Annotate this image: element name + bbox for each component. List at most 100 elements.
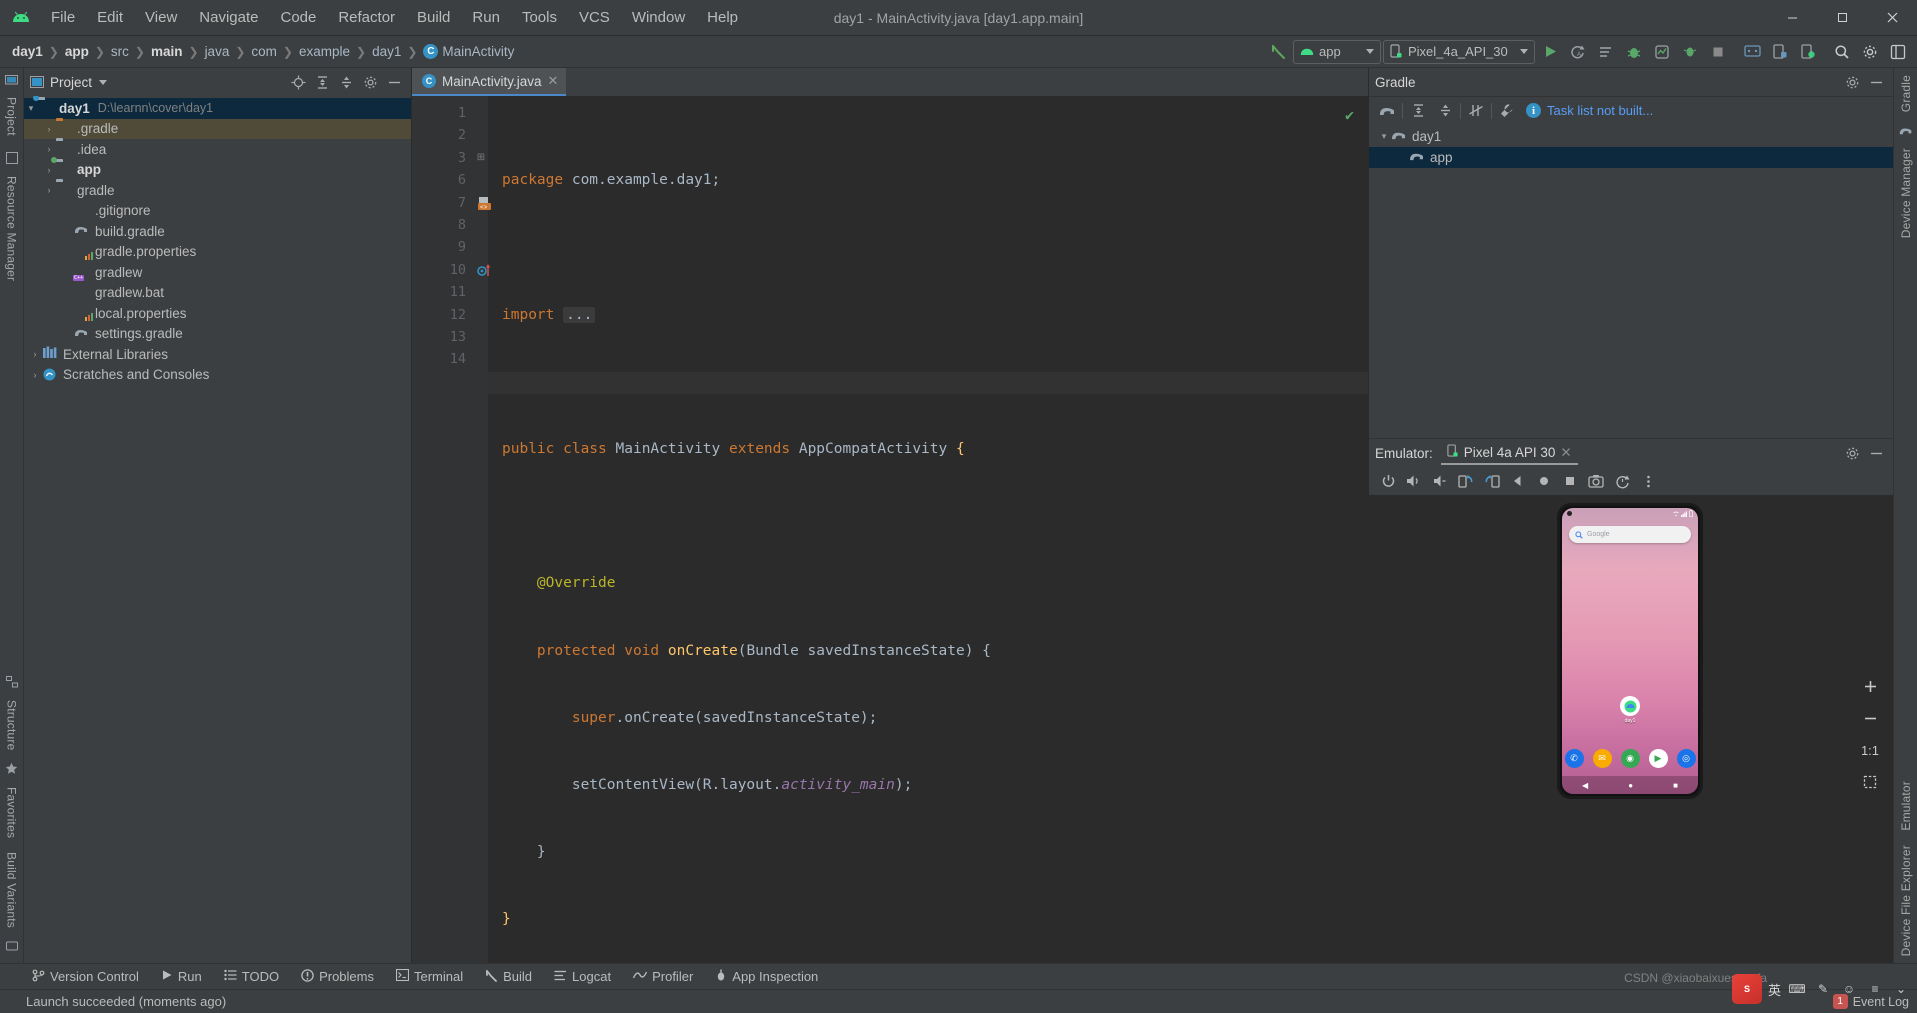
- tree-item-gradlew[interactable]: C++ gradlew: [24, 262, 411, 283]
- ime-language-label[interactable]: 英: [1768, 980, 1781, 999]
- breadcrumb-main[interactable]: main: [147, 42, 187, 61]
- collapse-all-icon[interactable]: [1433, 99, 1457, 123]
- rail-item-device-file-explorer[interactable]: Device File Explorer: [1899, 838, 1913, 963]
- maximize-button[interactable]: [1817, 0, 1867, 36]
- chevron-right-icon[interactable]: ›: [42, 144, 56, 154]
- more-options-icon[interactable]: [1637, 470, 1659, 492]
- close-button[interactable]: [1867, 0, 1917, 36]
- back-icon[interactable]: ◀: [1582, 781, 1588, 790]
- menu-window[interactable]: Window: [621, 6, 696, 29]
- snapshot-icon[interactable]: [1611, 470, 1633, 492]
- tool-button-build[interactable]: Build: [475, 966, 542, 988]
- settings-gear-icon[interactable]: [1841, 442, 1863, 464]
- volume-down-icon[interactable]: [1429, 470, 1451, 492]
- more-icon[interactable]: ⌄: [1891, 979, 1911, 999]
- rail-item-build-variants[interactable]: Build Variants: [5, 845, 19, 935]
- build-variants-rail-icon[interactable]: [0, 935, 24, 957]
- breadcrumb-day1-pkg[interactable]: day1: [368, 42, 405, 61]
- hide-panel-icon[interactable]: [1865, 71, 1887, 93]
- tree-item-scratches-and-consoles[interactable]: › Scratches and Consoles: [24, 365, 411, 386]
- tools-icon[interactable]: ✎: [1813, 979, 1833, 999]
- collapse-all-icon[interactable]: [335, 71, 357, 93]
- tree-item-settings-gradle[interactable]: settings.gradle: [24, 324, 411, 345]
- toggle-offline-mode-icon[interactable]: [1464, 99, 1488, 123]
- project-rail-icon[interactable]: [0, 68, 24, 90]
- tree-item-idea[interactable]: › .idea: [24, 139, 411, 160]
- sogou-logo-icon[interactable]: S: [1731, 974, 1762, 1004]
- breadcrumb-src[interactable]: src: [107, 42, 133, 61]
- back-icon[interactable]: [1507, 470, 1529, 492]
- phone-icon[interactable]: ✆: [1564, 749, 1584, 768]
- settings-gear-icon[interactable]: [359, 71, 381, 93]
- zoom-fit-button[interactable]: [1857, 769, 1883, 795]
- profile-icon[interactable]: [1649, 39, 1675, 65]
- sdk-manager-icon[interactable]: [1767, 39, 1793, 65]
- recents-icon[interactable]: ■: [1673, 781, 1678, 790]
- fold-end-method-icon[interactable]: [474, 326, 488, 348]
- rotate-right-icon[interactable]: [1481, 470, 1503, 492]
- breadcrumb-com[interactable]: com: [247, 42, 281, 61]
- rail-item-device-manager[interactable]: Device Manager: [1899, 141, 1913, 245]
- fold-expand-imports-icon[interactable]: ⊞: [474, 147, 488, 169]
- wrench-icon[interactable]: [1495, 99, 1519, 123]
- screenshot-icon[interactable]: [1585, 470, 1607, 492]
- menu-build[interactable]: Build: [406, 6, 461, 29]
- minimize-button[interactable]: [1767, 0, 1817, 36]
- play-store-icon[interactable]: ▶: [1648, 749, 1668, 768]
- tree-item-app[interactable]: › app: [24, 156, 411, 181]
- zoom-out-button[interactable]: [1857, 705, 1883, 731]
- stop-icon[interactable]: [1705, 39, 1731, 65]
- gradle-tree[interactable]: ▾ day1 app: [1369, 124, 1893, 438]
- overview-icon[interactable]: [1559, 470, 1581, 492]
- emulator-tab-pixel4a[interactable]: Pixel 4a API 30 ✕: [1440, 441, 1578, 465]
- resource-manager-rail-icon[interactable]: [0, 147, 24, 169]
- tree-item-gitignore[interactable]: .gitignore: [24, 201, 411, 222]
- rail-item-gradle[interactable]: Gradle: [1899, 68, 1913, 119]
- settings-gear-icon[interactable]: [1857, 39, 1883, 65]
- debug-icon[interactable]: [1621, 39, 1647, 65]
- keyboard-icon[interactable]: ⌨: [1787, 979, 1807, 999]
- fold-gutter[interactable]: ⊞: [474, 96, 488, 963]
- gradle-tree-item-day1[interactable]: ▾ day1: [1369, 126, 1893, 147]
- breadcrumb-day1[interactable]: day1: [8, 42, 47, 61]
- tool-button-terminal[interactable]: Terminal: [386, 966, 473, 987]
- menu-file[interactable]: File: [40, 6, 86, 29]
- rail-item-emulator[interactable]: Emulator: [1899, 774, 1913, 838]
- search-icon[interactable]: [1829, 39, 1855, 65]
- home-icon[interactable]: [1533, 470, 1555, 492]
- structure-rail-icon[interactable]: [0, 671, 24, 693]
- run-configuration-selector[interactable]: app: [1293, 39, 1381, 64]
- project-tree[interactable]: ▾ day1 D:\learnn\cover\day1 › .gradle › …: [24, 96, 411, 963]
- emulator-stage[interactable]: Google day1 ✆ ✉ ◉ ▶ ◎ ◀ ● ■ 1:1: [1369, 495, 1893, 963]
- chevron-down-icon[interactable]: [99, 79, 108, 85]
- gradle-rail-icon[interactable]: [1894, 119, 1917, 141]
- power-icon[interactable]: [1377, 470, 1399, 492]
- device-power-button[interactable]: [1700, 576, 1703, 602]
- device-screen[interactable]: Google day1 ✆ ✉ ◉ ▶ ◎ ◀ ● ■: [1562, 508, 1698, 794]
- tree-item-local-properties[interactable]: local.properties: [24, 303, 411, 324]
- run-icon[interactable]: [1537, 39, 1563, 65]
- menu-code[interactable]: Code: [269, 6, 327, 29]
- menu-run[interactable]: Run: [461, 6, 511, 29]
- apply-code-changes-icon[interactable]: A: [1565, 39, 1591, 65]
- expand-all-icon[interactable]: [1406, 99, 1430, 123]
- build-hammer-icon[interactable]: [1265, 39, 1291, 65]
- breadcrumb-java[interactable]: java: [201, 42, 234, 61]
- chevron-right-icon[interactable]: ›: [28, 370, 42, 380]
- gradle-elephant-icon[interactable]: [1375, 99, 1399, 123]
- tool-button-problems[interactable]: Problems: [291, 966, 384, 988]
- chrome-icon[interactable]: ◉: [1620, 749, 1640, 768]
- chevron-right-icon[interactable]: ›: [42, 165, 56, 175]
- breadcrumb-app[interactable]: app: [61, 42, 93, 61]
- home-icon[interactable]: ●: [1628, 781, 1633, 790]
- tree-item-day1[interactable]: ▾ day1 D:\learnn\cover\day1: [24, 96, 411, 119]
- menu-edit[interactable]: Edit: [86, 6, 134, 29]
- tool-button-logcat[interactable]: Logcat: [544, 966, 621, 987]
- emulated-device[interactable]: Google day1 ✆ ✉ ◉ ▶ ◎ ◀ ● ■: [1557, 503, 1703, 799]
- device-selector[interactable]: Pixel_4a_API_30: [1383, 39, 1535, 64]
- tree-item-build-gradle[interactable]: build.gradle: [24, 221, 411, 242]
- chevron-right-icon[interactable]: ›: [28, 349, 42, 359]
- close-icon[interactable]: ✕: [1560, 445, 1571, 461]
- inspection-ok-icon[interactable]: ✔: [1345, 104, 1354, 126]
- menu-help[interactable]: Help: [696, 6, 749, 29]
